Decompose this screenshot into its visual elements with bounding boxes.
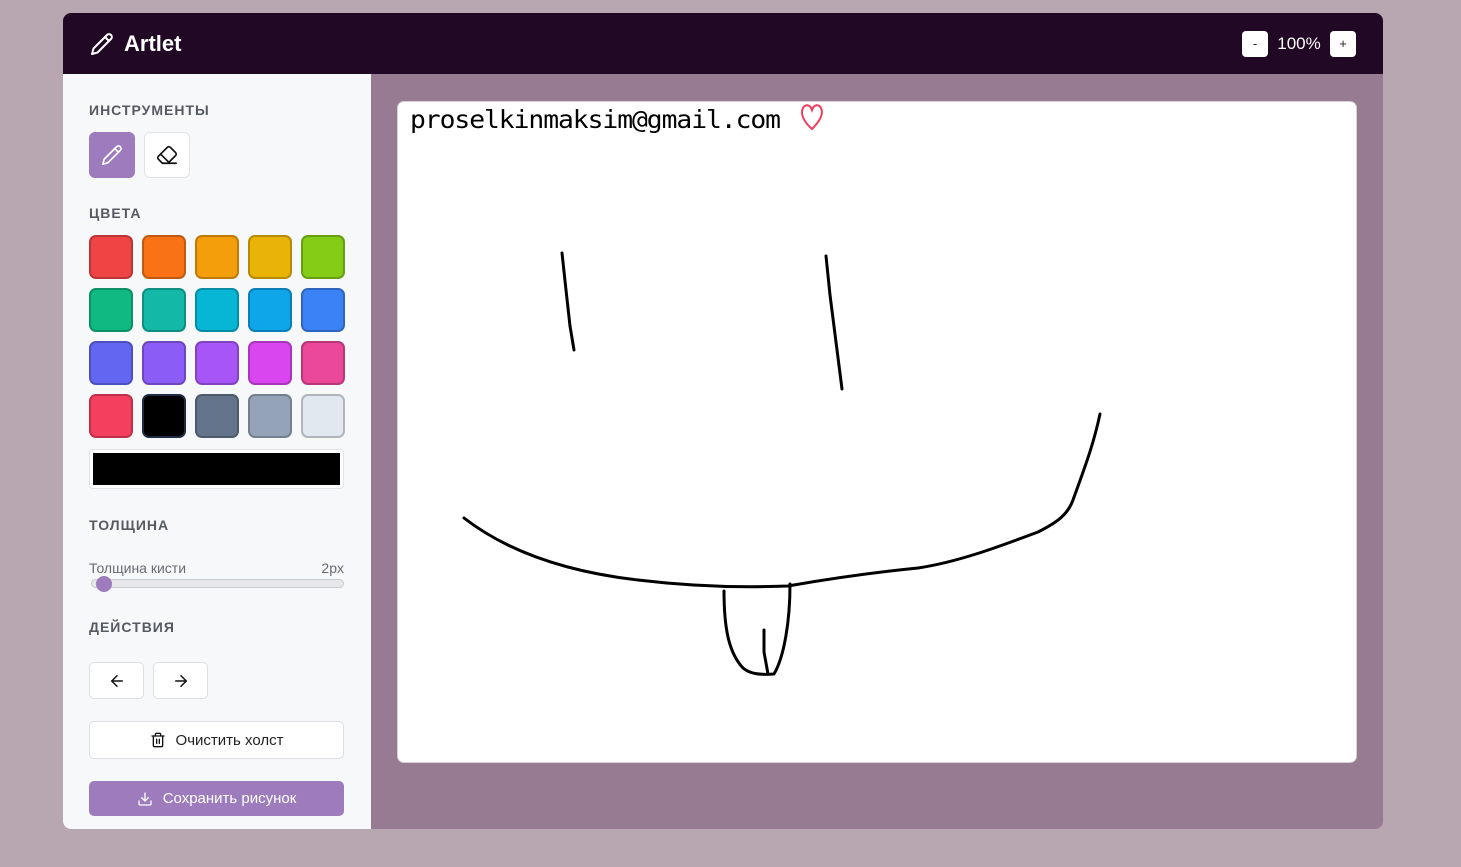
pencil-icon <box>102 145 122 165</box>
arrow-left-icon <box>110 674 123 687</box>
clear-canvas-button[interactable]: Очистить холст <box>89 721 344 759</box>
tongue-center-stroke <box>762 628 770 676</box>
thickness-slider-thumb[interactable] <box>95 576 112 592</box>
save-drawing-button[interactable]: Сохранить рисунок <box>89 781 344 816</box>
color-swatch[interactable] <box>195 394 239 438</box>
undo-button[interactable] <box>89 662 144 699</box>
heart-drawing <box>801 104 823 131</box>
tools-group <box>89 132 190 178</box>
color-swatch[interactable] <box>248 394 292 438</box>
color-swatch[interactable] <box>142 235 186 279</box>
canvas-drawing: proselkinmaksim@gmail.com <box>410 104 1102 676</box>
eraser-tool-button[interactable] <box>144 132 190 178</box>
zoom-controls: - 100% + <box>1242 30 1356 57</box>
tools-section-title: ИНСТРУМЕНТЫ <box>89 102 210 118</box>
download-icon <box>138 791 152 806</box>
clear-canvas-label: Очистить холст <box>175 731 284 749</box>
current-color-preview[interactable] <box>89 449 344 489</box>
zoom-in-button[interactable]: + <box>1330 30 1356 57</box>
color-swatch[interactable] <box>142 288 186 332</box>
zoom-level: 100% <box>1277 33 1321 53</box>
color-swatch[interactable] <box>301 341 345 385</box>
color-swatch[interactable] <box>89 235 133 279</box>
handwritten-email: proselkinmaksim@gmail.com <box>410 105 780 134</box>
thickness-slider-track[interactable] <box>91 579 344 588</box>
color-swatch[interactable] <box>89 341 133 385</box>
color-swatch[interactable] <box>301 288 345 332</box>
color-swatch[interactable] <box>195 235 239 279</box>
smiley-drawing <box>462 251 1102 676</box>
app-window: Artlet - 100% + ИНСТРУМЕНТЫ ЦВЕТА ТОЛЩИН… <box>63 13 1383 829</box>
color-swatch[interactable] <box>248 341 292 385</box>
drawing-canvas[interactable]: proselkinmaksim@gmail.com <box>397 101 1357 763</box>
pencil-icon <box>91 32 113 55</box>
history-actions <box>89 662 208 699</box>
left-eye-stroke <box>560 251 576 352</box>
thickness-label: Толщина кисти <box>89 560 187 576</box>
arrow-right-icon <box>174 674 187 687</box>
thickness-value: 2px <box>321 560 344 576</box>
app-header: Artlet - 100% + <box>63 13 1383 74</box>
sidebar: ИНСТРУМЕНТЫ ЦВЕТА ТОЛЩИНА Толщина кисти … <box>63 74 371 829</box>
thickness-row: Толщина кисти 2px <box>89 560 344 576</box>
color-swatch[interactable] <box>195 341 239 385</box>
redo-button[interactable] <box>153 662 208 699</box>
eraser-icon <box>156 145 178 165</box>
color-swatch[interactable] <box>195 288 239 332</box>
brand: Artlet <box>90 31 181 57</box>
color-swatch[interactable] <box>248 235 292 279</box>
pencil-tool-button[interactable] <box>89 132 135 178</box>
color-swatch[interactable] <box>89 288 133 332</box>
color-swatch[interactable] <box>142 341 186 385</box>
trash-icon <box>150 732 165 748</box>
color-swatch[interactable] <box>301 235 345 279</box>
color-palette <box>89 235 345 438</box>
save-drawing-label: Сохранить рисунок <box>162 790 297 807</box>
color-swatch[interactable] <box>248 288 292 332</box>
current-color-fill <box>93 453 340 485</box>
color-swatch[interactable] <box>89 394 133 438</box>
mouth-stroke <box>462 412 1102 589</box>
app-title: Artlet <box>124 30 182 56</box>
tongue-stroke <box>722 582 792 676</box>
actions-section-title: ДЕЙСТВИЯ <box>89 619 175 635</box>
colors-section-title: ЦВЕТА <box>89 205 142 221</box>
thickness-section-title: ТОЛЩИНА <box>89 517 170 533</box>
color-swatch[interactable] <box>142 394 186 438</box>
color-swatch[interactable] <box>301 394 345 438</box>
zoom-out-button[interactable]: - <box>1242 30 1268 57</box>
right-eye-stroke <box>824 254 844 391</box>
